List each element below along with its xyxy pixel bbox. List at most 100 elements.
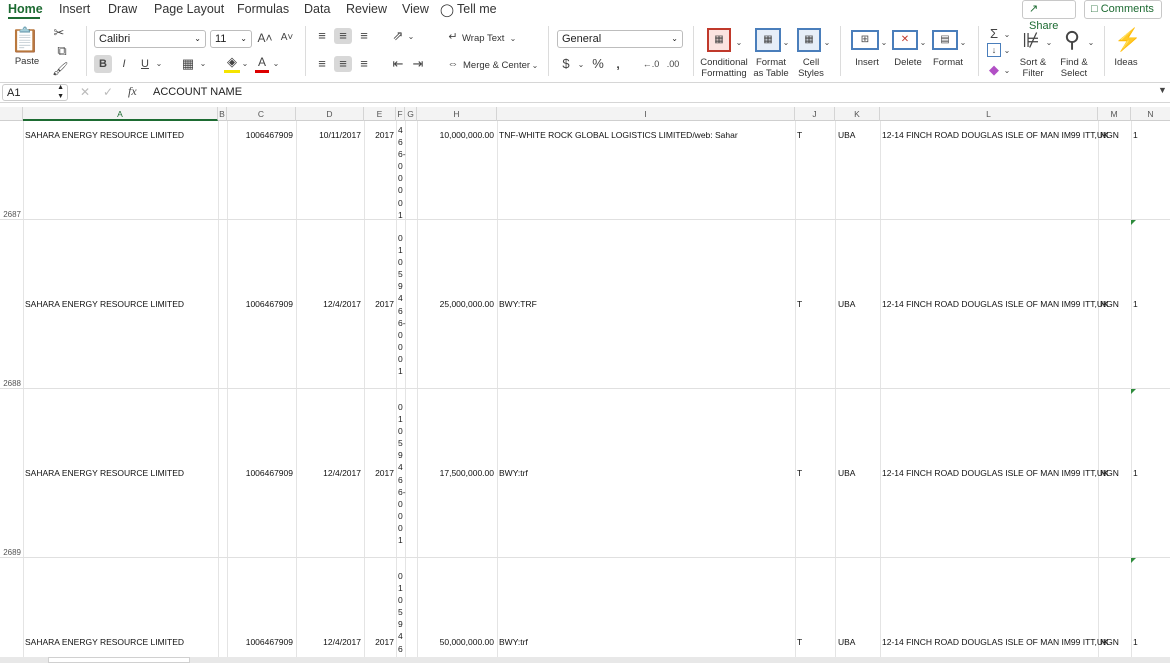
paste-label[interactable]: Paste <box>12 56 42 67</box>
align-middle-icon[interactable]: ≡ <box>334 28 352 44</box>
cut-icon[interactable]: ✂ <box>52 25 66 41</box>
column-header-d[interactable]: D <box>296 107 364 121</box>
decrease-font-icon[interactable]: A˅ <box>280 30 294 46</box>
tab-insert[interactable]: Insert <box>59 2 90 16</box>
chevron-down-icon[interactable]: ⌄ <box>154 56 164 72</box>
column-header-b[interactable]: B <box>218 107 227 121</box>
chevron-down-icon[interactable]: ⌄ <box>1002 43 1012 59</box>
cell-type[interactable]: T <box>797 468 802 478</box>
cell-styles-icon[interactable]: ▦ <box>797 28 821 52</box>
italic-button[interactable]: I <box>117 56 131 72</box>
column-header-e[interactable]: E <box>364 107 396 121</box>
cell-currency[interactable]: NGN <box>1100 468 1119 478</box>
increase-font-icon[interactable]: A˄ <box>257 30 273 46</box>
cell-bank[interactable]: UBA <box>838 299 855 309</box>
align-bottom-icon[interactable]: ≡ <box>356 28 372 44</box>
expand-formula-icon[interactable]: ▼ <box>1158 85 1167 95</box>
fill-icon[interactable]: ↓ <box>987 43 1001 57</box>
column-header-l[interactable]: L <box>880 107 1098 121</box>
share-button[interactable]: ↗ Share <box>1022 0 1076 32</box>
column-header-k[interactable]: K <box>835 107 880 121</box>
cell-narration[interactable]: BWY:trf <box>499 637 528 647</box>
cell-account-name[interactable]: SAHARA ENERGY RESOURCE LIMITED <box>25 299 184 309</box>
cell-amount[interactable]: 17,500,000.00 <box>419 468 494 478</box>
chevron-down-icon[interactable]: ⌄ <box>1086 35 1096 51</box>
align-right-icon[interactable]: ≡ <box>356 56 372 72</box>
column-header-h[interactable]: H <box>417 107 497 121</box>
conditional-formatting-label[interactable]: Conditional Formatting <box>700 57 748 79</box>
chevron-down-icon[interactable]: ⌄ <box>734 35 744 51</box>
function-icon[interactable]: fx <box>128 84 137 99</box>
chevron-down-icon[interactable]: ⌄ <box>240 56 250 72</box>
insert-cells-label[interactable]: Insert <box>851 57 883 68</box>
cell-year[interactable]: 2017 <box>366 299 394 309</box>
sort-filter-label[interactable]: Sort & Filter <box>1016 57 1050 79</box>
cell-narration[interactable]: BWY:TRF <box>499 299 537 309</box>
delete-cells-icon[interactable]: ✕ <box>892 30 918 50</box>
font-name-select[interactable]: Calibri ⌄ <box>94 30 206 48</box>
merge-center-button[interactable]: Merge & Center <box>463 60 533 71</box>
cell-account-number[interactable]: 1006467909 <box>229 299 293 309</box>
chevron-down-icon[interactable]: ⌄ <box>198 56 208 72</box>
cell-address[interactable]: 12-14 FINCH ROAD DOUGLAS ISLE OF MAN IM9… <box>882 637 1109 647</box>
format-painter-icon[interactable]: 🖌 <box>52 61 69 77</box>
wrap-text-icon[interactable]: ↵ <box>446 29 460 45</box>
tab-draw[interactable]: Draw <box>108 2 137 16</box>
cell-flag[interactable]: 1 <box>1133 637 1138 647</box>
insert-cells-icon[interactable]: ⊞ <box>851 30 879 50</box>
underline-button[interactable]: U <box>138 56 152 72</box>
cell-account-name[interactable]: SAHARA ENERGY RESOURCE LIMITED <box>25 130 184 140</box>
cell-address[interactable]: 12-14 FINCH ROAD DOUGLAS ISLE OF MAN IM9… <box>882 299 1109 309</box>
merge-icon[interactable]: ⇔ <box>446 56 460 72</box>
cell-year[interactable]: 2017 <box>366 130 394 140</box>
conditional-formatting-icon[interactable]: ▦ <box>707 28 731 52</box>
cell-currency[interactable]: NGN <box>1100 637 1119 647</box>
cell-currency[interactable]: NGN <box>1100 130 1119 140</box>
cell-flag[interactable]: 1 <box>1133 130 1138 140</box>
format-as-table-label[interactable]: Format as Table <box>750 57 792 79</box>
chevron-down-icon[interactable]: ⌄ <box>576 57 586 73</box>
cell-account-number[interactable]: 1006467909 <box>229 637 293 647</box>
tab-data[interactable]: Data <box>304 2 330 16</box>
fill-color-icon[interactable]: ◈ <box>224 54 240 73</box>
cell-reference[interactable]: 0105946 <box>398 570 406 655</box>
tab-view[interactable]: View <box>402 2 429 16</box>
cell-narration[interactable]: TNF-WHITE ROCK GLOBAL LOGISTICS LIMITED/… <box>499 130 738 140</box>
chevron-down-icon[interactable]: ⌄ <box>530 58 540 74</box>
chevron-down-icon[interactable]: ⌄ <box>781 35 791 51</box>
paste-icon[interactable]: 📋 <box>10 28 40 54</box>
font-size-select[interactable]: 11 ⌄ <box>210 30 252 48</box>
chevron-down-icon[interactable]: ⌄ <box>958 35 968 51</box>
cell-year[interactable]: 2017 <box>366 468 394 478</box>
cell-bank[interactable]: UBA <box>838 130 855 140</box>
column-header-g[interactable]: G <box>405 107 417 121</box>
cell-type[interactable]: T <box>797 130 802 140</box>
cell-currency[interactable]: NGN <box>1100 299 1119 309</box>
currency-icon[interactable]: $ <box>559 56 573 72</box>
cell-bank[interactable]: UBA <box>838 468 855 478</box>
cancel-icon[interactable]: ✕ <box>80 85 90 99</box>
cell-address[interactable]: 12-14 FINCH ROAD DOUGLAS ISLE OF MAN IM9… <box>882 468 1109 478</box>
tab-home[interactable]: Home <box>8 2 43 16</box>
cell-reference[interactable]: 0 1 0 5 9 4 6 6- 0 0 0 1 <box>398 401 406 546</box>
cell-amount[interactable]: 25,000,000.00 <box>419 299 494 309</box>
column-header-m[interactable]: M <box>1098 107 1131 121</box>
find-select-icon[interactable]: ⚲ <box>1058 26 1086 54</box>
clear-icon[interactable]: ◆ <box>987 62 1001 78</box>
orientation-icon[interactable]: ⇗ <box>390 28 406 44</box>
format-cells-label[interactable]: Format <box>930 57 966 68</box>
tab-formulas[interactable]: Formulas <box>237 2 289 16</box>
decrease-indent-icon[interactable]: ⇤ <box>390 56 406 72</box>
comma-style-icon[interactable]: ‚ <box>612 56 624 72</box>
row-header[interactable]: 2689 <box>0 548 23 557</box>
tab-review[interactable]: Review <box>346 2 387 16</box>
align-left-icon[interactable]: ≡ <box>314 56 330 72</box>
align-center-icon[interactable]: ≡ <box>334 56 352 72</box>
name-box[interactable]: A1 ▲ ▼ <box>2 84 68 101</box>
ideas-icon[interactable]: ⚡ <box>1114 26 1141 54</box>
cell-styles-label[interactable]: Cell Styles <box>795 57 827 79</box>
ideas-label[interactable]: Ideas <box>1110 57 1142 68</box>
number-format-select[interactable]: General ⌄ <box>557 30 683 48</box>
chevron-down-icon[interactable]: ⌄ <box>1002 27 1012 43</box>
cell-reference[interactable]: 4 6 6- 0 0 0 0 1 <box>398 124 406 221</box>
